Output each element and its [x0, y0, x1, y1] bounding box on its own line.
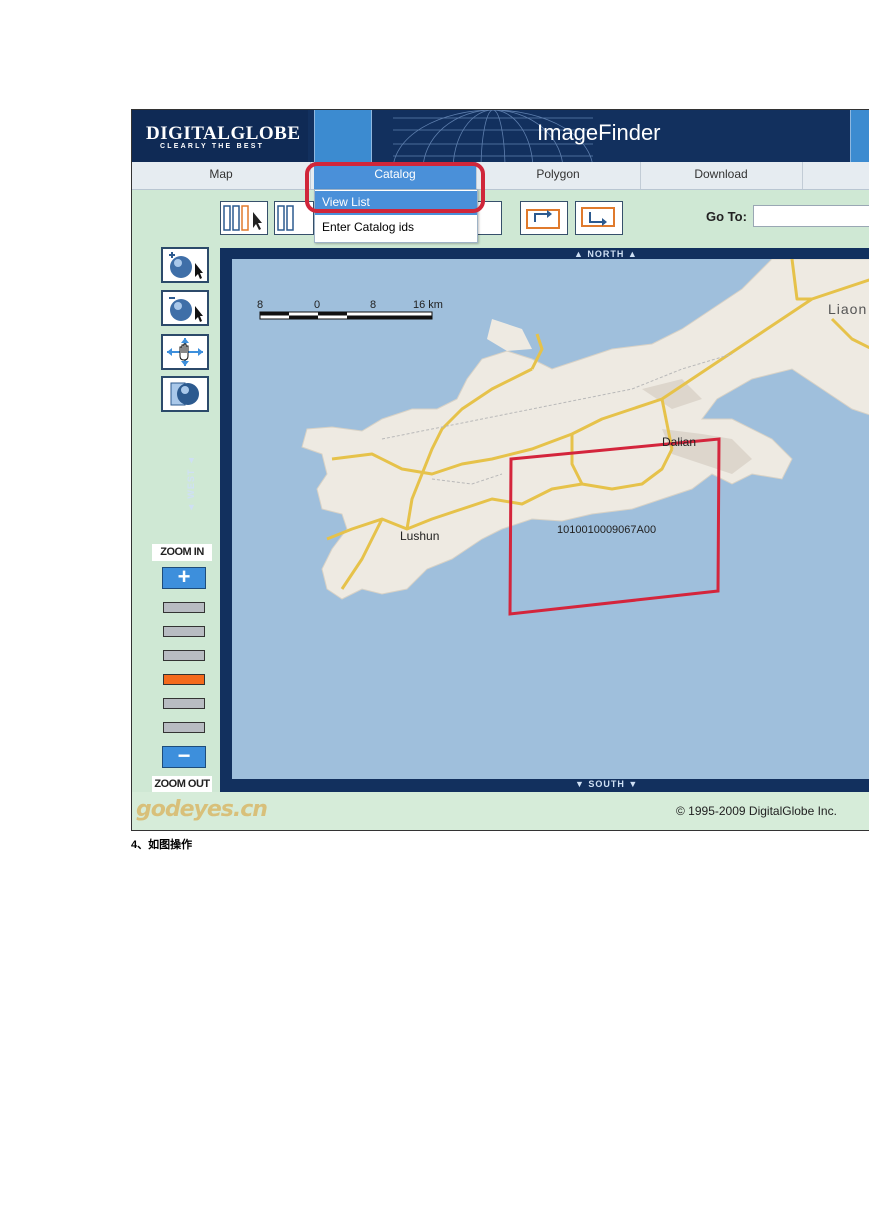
- zoom-level-1[interactable]: [163, 602, 205, 613]
- zoom-out-button[interactable]: −: [162, 745, 206, 768]
- header-accent-block-right: [850, 110, 869, 162]
- map-view[interactable]: 8 0 8 16 km Liaon Dalian Lushun 10100100…: [232, 259, 869, 779]
- zoom-in-label: ZOOM IN: [152, 544, 212, 561]
- zoom-out-globe-icon[interactable]: [161, 290, 209, 326]
- nav-map[interactable]: Map: [132, 162, 311, 189]
- compass-south[interactable]: ▼ SOUTH ▼: [575, 779, 638, 789]
- select-tool-icon[interactable]: [220, 201, 268, 235]
- main-nav: Map Catalog Polygon Download: [132, 162, 869, 190]
- logo-main-text: DIGITALGLOBE: [146, 123, 301, 144]
- zoom-level-4-active[interactable]: [163, 674, 205, 685]
- digitalglobe-logo: DIGITALGLOBE CLEARLY THE BEST: [132, 110, 308, 162]
- step-caption: 4、如图操作: [131, 839, 193, 851]
- app-title: ImageFinder: [537, 120, 661, 145]
- upload-icon[interactable]: [520, 201, 568, 235]
- compass-west[interactable]: ◄ WEST ◄: [186, 455, 196, 512]
- zoom-level-3[interactable]: [163, 650, 205, 661]
- annotation-highlight-ring: [305, 162, 485, 213]
- scale-bar: [259, 311, 433, 320]
- zoom-level-2[interactable]: [163, 626, 205, 637]
- zoom-in-globe-icon[interactable]: [161, 247, 209, 283]
- menu-enter-catalog-ids[interactable]: Enter Catalog ids: [315, 216, 477, 240]
- map-canvas[interactable]: [232, 259, 869, 779]
- scale-label-2: 8: [370, 299, 377, 311]
- godeyes-logo: godeyes.cn: [136, 797, 268, 822]
- nav-download[interactable]: Download: [640, 162, 803, 189]
- full-extent-globe-icon[interactable]: [161, 376, 209, 412]
- scale-label-0: 8: [257, 299, 264, 311]
- footprint-id-label[interactable]: 1010010009067A00: [557, 524, 656, 536]
- compass-north[interactable]: ▲ NORTH ▲: [574, 249, 638, 259]
- scale-label-1: 0: [314, 299, 321, 311]
- header-accent-block: [314, 110, 372, 162]
- app-footer: godeyes.cn © 1995-2009 DigitalGlobe Inc.: [132, 792, 869, 830]
- scale-label-3: 16 km: [413, 299, 443, 311]
- logo-tagline: CLEARLY THE BEST: [160, 143, 265, 150]
- zoom-out-label: ZOOM OUT: [152, 776, 212, 793]
- download-icon[interactable]: [575, 201, 623, 235]
- zoom-level-5[interactable]: [163, 698, 205, 709]
- nav-polygon[interactable]: Polygon: [476, 162, 641, 189]
- screenshot-window: DIGITALGLOBE CLEARLY THE BEST ImageFinde…: [131, 109, 869, 831]
- place-liaoning: Liaon: [828, 301, 868, 317]
- app-header: DIGITALGLOBE CLEARLY THE BEST ImageFinde…: [132, 110, 869, 162]
- goto-label: Go To:: [706, 209, 747, 224]
- pan-hand-icon[interactable]: [161, 334, 209, 370]
- goto-input[interactable]: [753, 205, 869, 227]
- copyright-text: © 1995-2009 DigitalGlobe Inc.: [676, 804, 837, 818]
- place-dalian: Dalian: [662, 435, 697, 449]
- place-lushun: Lushun: [400, 529, 440, 543]
- zoom-level-6[interactable]: [163, 722, 205, 733]
- zoom-in-button[interactable]: +: [162, 566, 206, 589]
